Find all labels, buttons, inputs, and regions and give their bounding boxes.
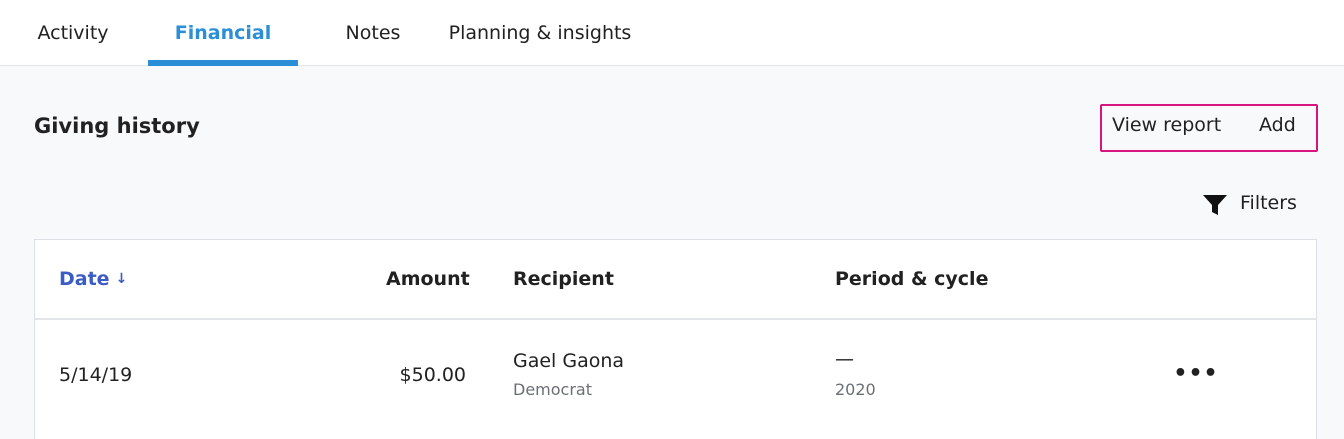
row-cycle: 2020 xyxy=(835,380,876,399)
active-tab-indicator xyxy=(148,60,298,66)
column-header-date-label: Date xyxy=(59,268,110,290)
tab-bar: Activity Financial Notes Planning & insi… xyxy=(0,0,1344,66)
column-header-date[interactable]: Date ↓ xyxy=(59,268,127,290)
section-title: Giving history xyxy=(34,114,200,138)
column-header-period-cycle: Period & cycle xyxy=(835,268,989,290)
tab-activity[interactable]: Activity xyxy=(20,0,126,66)
add-button[interactable]: Add xyxy=(1259,114,1296,136)
tab-planning-insights[interactable]: Planning & insights xyxy=(440,0,640,66)
table-row[interactable]: 5/14/19 $50.00 Gael Gaona Democrat — 202… xyxy=(35,322,1316,432)
row-amount: $50.00 xyxy=(399,364,466,386)
row-period: — xyxy=(835,348,854,370)
row-date: 5/14/19 xyxy=(59,364,133,386)
row-recipient-name: Gael Gaona xyxy=(513,350,625,372)
tab-financial[interactable]: Financial xyxy=(148,0,298,66)
arrow-down-icon: ↓ xyxy=(115,271,128,287)
tab-notes[interactable]: Notes xyxy=(330,0,416,66)
column-header-amount: Amount xyxy=(386,268,470,290)
giving-history-table: Date ↓ Amount Recipient Period & cycle 5… xyxy=(34,239,1317,439)
view-report-button[interactable]: View report xyxy=(1112,114,1221,136)
column-header-recipient: Recipient xyxy=(513,268,614,290)
filter-funnel-icon xyxy=(1203,195,1227,215)
more-horizontal-icon[interactable]: ••• xyxy=(1173,358,1217,388)
row-recipient-party: Democrat xyxy=(513,380,592,399)
filters-label: Filters xyxy=(1240,192,1297,214)
filters-button[interactable]: Filters xyxy=(1200,188,1297,218)
table-header: Date ↓ Amount Recipient Period & cycle xyxy=(35,240,1316,320)
